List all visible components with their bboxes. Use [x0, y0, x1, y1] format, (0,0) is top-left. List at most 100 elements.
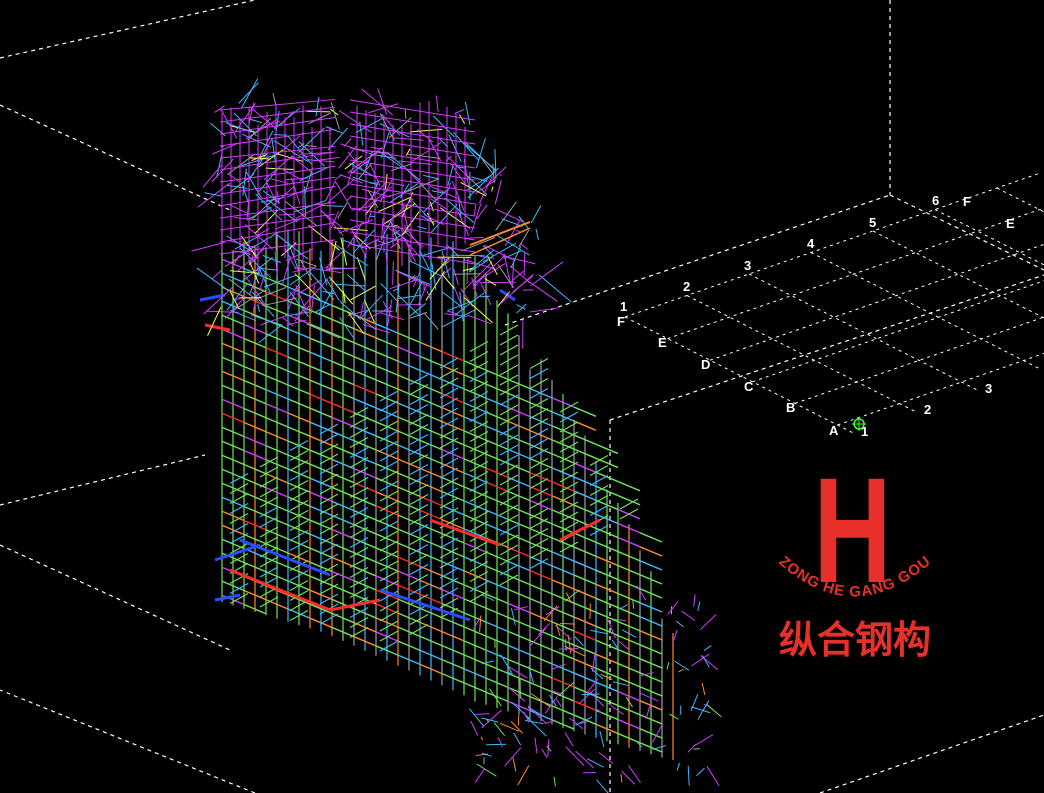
roof-truss-member	[272, 92, 277, 105]
roof-truss-member	[441, 274, 455, 289]
roof-truss-member	[321, 204, 344, 207]
annex-member	[517, 765, 530, 786]
annex-member	[678, 668, 684, 673]
beam-member	[439, 367, 459, 379]
roof-truss-member	[197, 182, 231, 208]
annex-member	[691, 706, 711, 714]
beam-member	[469, 440, 489, 453]
beam-member	[469, 380, 489, 393]
beam-member	[319, 503, 339, 515]
beam-member	[499, 494, 519, 506]
roof-truss-member	[452, 131, 480, 161]
beam-member	[469, 340, 489, 353]
roof-truss-member	[305, 145, 317, 147]
annex-member	[470, 720, 479, 736]
roof-truss-member	[377, 88, 388, 115]
beam-member	[589, 474, 609, 487]
beam-member	[379, 540, 399, 552]
annex-member	[510, 608, 516, 626]
annex-member	[553, 777, 556, 787]
roof-truss-member	[455, 166, 466, 169]
roof-truss-member	[211, 158, 234, 183]
annex-member	[512, 757, 517, 772]
beam-member	[499, 554, 519, 566]
beam-member	[319, 433, 339, 445]
beam-member	[409, 623, 429, 636]
roof-truss-member	[519, 242, 528, 250]
roof-truss-member	[523, 251, 526, 277]
beam-member	[573, 406, 597, 417]
roof-truss-member	[435, 95, 439, 113]
beam-member	[469, 510, 489, 523]
roof-truss-member	[315, 96, 320, 117]
beam-member	[499, 394, 519, 406]
annex-member	[598, 751, 614, 764]
roof-truss-member	[211, 269, 223, 280]
roof-truss-member	[248, 241, 269, 266]
roof-truss-member	[525, 279, 558, 302]
grid-label-near-letter: F	[617, 314, 625, 329]
grid-line	[667, 207, 1044, 340]
annex-member	[706, 765, 720, 787]
beam-member	[409, 513, 429, 526]
tower-member	[219, 145, 336, 159]
roof-truss-member	[380, 312, 405, 321]
annex-member	[701, 682, 706, 696]
roof-truss-member	[430, 203, 458, 234]
steel-structure-wireframe[interactable]	[191, 78, 722, 793]
beam-member	[439, 507, 459, 519]
structural-wireframe-scene[interactable]: 1 2 3 4 5 6 F E D C B A F E 1 2 3 H ZONG…	[0, 0, 1044, 793]
roof-truss-member	[257, 304, 261, 313]
beam-member	[529, 407, 549, 420]
beam-member	[409, 553, 429, 566]
annex-member	[676, 620, 684, 628]
grid-label-near-number: 1	[620, 299, 627, 314]
roof-truss-member	[271, 138, 276, 163]
roof-truss-member	[398, 160, 432, 166]
roof-truss-member	[288, 242, 299, 271]
annex-member	[612, 681, 629, 687]
beam-member	[499, 414, 519, 426]
roof-truss-member	[465, 237, 484, 239]
annex-member	[591, 651, 596, 672]
beam-member	[439, 497, 459, 509]
beam-member	[409, 443, 429, 456]
annex-member	[564, 731, 574, 747]
roof-truss-member	[464, 141, 496, 171]
beam-member	[439, 577, 459, 589]
roof-truss-member	[234, 217, 259, 221]
grid-labels: 1 2 3 4 5 6 F E D C B A F E 1 2 3	[617, 193, 1015, 439]
annex-member	[556, 699, 562, 708]
annex-member	[687, 743, 697, 753]
grid-line	[752, 280, 1044, 383]
beam-member	[499, 564, 519, 576]
roof-truss-member	[430, 185, 459, 199]
beam-member	[379, 470, 399, 482]
grid-label-near-number: 3	[744, 258, 751, 273]
annex-member	[504, 747, 522, 767]
beam-member	[529, 437, 549, 450]
model-3d-viewport[interactable]: 1 2 3 4 5 6 F E D C B A F E 1 2 3 H ZONG…	[0, 0, 1044, 793]
beam-member	[589, 504, 609, 517]
beam-member	[499, 344, 519, 356]
beam-member	[379, 610, 399, 622]
roof-truss-member	[376, 180, 405, 187]
roof-truss-member	[395, 269, 431, 286]
beam-member	[319, 583, 339, 595]
annex-member	[541, 748, 548, 759]
roof-truss-member	[191, 241, 226, 252]
annex-member	[632, 600, 635, 609]
grid-line	[996, 187, 1044, 213]
roof-truss-member	[404, 108, 407, 119]
annex-member	[590, 667, 604, 680]
roof-truss-member	[335, 244, 369, 267]
annex-member	[534, 737, 538, 754]
roof-truss-member	[238, 82, 259, 104]
roof-truss-member	[389, 278, 419, 290]
annex-member	[497, 736, 504, 748]
grid-label-near-number: 6	[932, 193, 939, 208]
beam-member	[529, 377, 549, 390]
annex-member	[511, 701, 531, 720]
roof-truss-member	[494, 179, 502, 205]
logo-company-name: 纵合钢构	[779, 618, 931, 662]
